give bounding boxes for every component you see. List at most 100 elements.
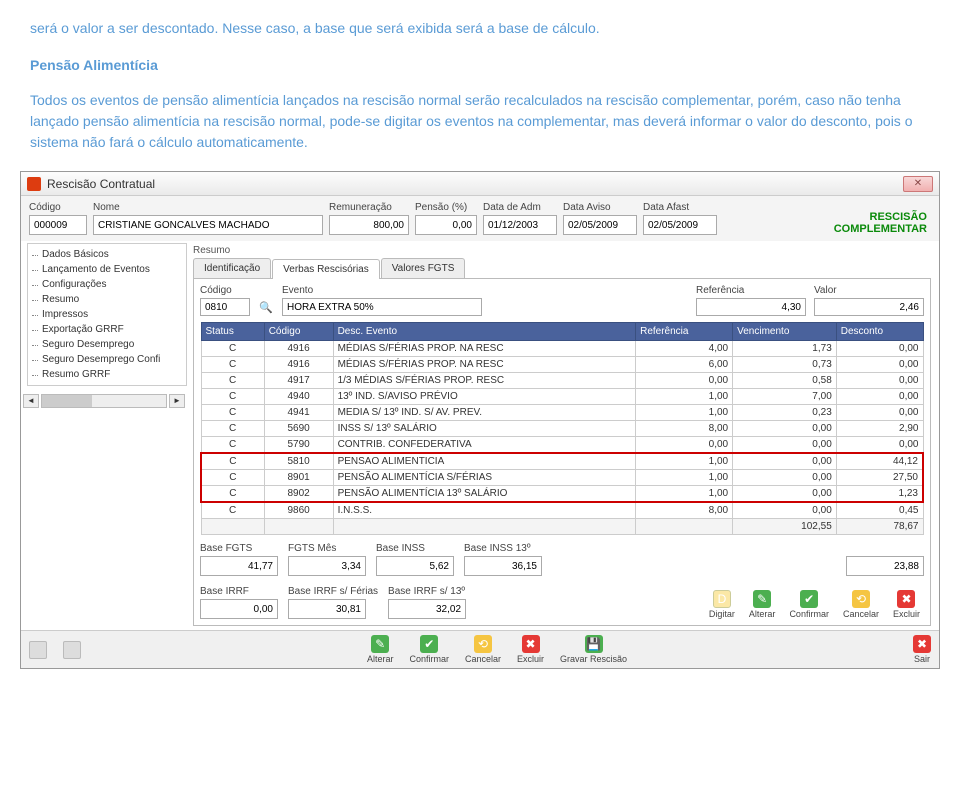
header-fields: Código Nome Remuneração Pensão (%) Data … (21, 196, 939, 241)
pensao-label: Pensão (%) (415, 202, 477, 213)
tab-verbas[interactable]: Verbas Rescisórias (272, 259, 380, 279)
toolbar-icon-2[interactable] (63, 641, 81, 659)
tree-item-0[interactable]: Dados Básicos (28, 247, 186, 262)
base-irrf[interactable] (200, 599, 278, 619)
bottom-alterar-button[interactable]: ✎Alterar (367, 635, 394, 664)
remun-label: Remuneração (329, 202, 409, 213)
tree-scrollbar[interactable]: ◄ ► (21, 392, 187, 410)
table-row[interactable]: C5790CONTRIB. CONFEDERATIVA0,000,000,00 (201, 437, 923, 454)
base-fgts[interactable] (200, 556, 278, 576)
document-text: será o valor a ser descontado. Nesse cas… (0, 0, 960, 163)
nome-label: Nome (93, 202, 323, 213)
fgts-mes[interactable] (288, 556, 366, 576)
aviso-input[interactable] (563, 215, 637, 235)
grid-header: Vencimento (733, 323, 837, 341)
cancel-icon: ⟲ (852, 590, 870, 608)
adm-label: Data de Adm (483, 202, 557, 213)
ev-evento-label: Evento (282, 285, 482, 296)
tree-item-5[interactable]: Exportação GRRF (28, 322, 186, 337)
delete-icon: ✖ (897, 590, 915, 608)
events-grid: StatusCódigoDesc. EventoReferênciaVencim… (200, 322, 924, 535)
save-icon: 💾 (585, 635, 603, 653)
rescisao-banner: RESCISÃO COMPLEMENTAR (834, 211, 931, 235)
bottom-confirmar-button[interactable]: ✔Confirmar (409, 635, 449, 664)
edit-icon: ✎ (753, 590, 771, 608)
table-row[interactable]: C4916MÉDIAS S/FÉRIAS PROP. NA RESC6,000,… (201, 357, 923, 373)
ev-valor-input[interactable] (814, 298, 924, 316)
base-inss[interactable] (376, 556, 454, 576)
base-irrf-ferias[interactable] (288, 599, 366, 619)
total-liquido[interactable] (846, 556, 924, 576)
delete-icon: ✖ (522, 635, 540, 653)
check-icon: ✔ (800, 590, 818, 608)
grid-header: Desc. Evento (333, 323, 636, 341)
check-icon: ✔ (420, 635, 438, 653)
app-icon (27, 177, 41, 191)
digitar-icon: D (713, 590, 731, 608)
toolbar-icon-1[interactable] (29, 641, 47, 659)
bottom-excluir-button[interactable]: ✖Excluir (517, 635, 544, 664)
adm-input[interactable] (483, 215, 557, 235)
table-row[interactable]: C4941MEDIA S/ 13º IND. S/ AV. PREV.1,000… (201, 405, 923, 421)
afast-label: Data Afast (643, 202, 717, 213)
sair-button[interactable]: ✖Sair (913, 635, 931, 664)
table-row[interactable]: C5690INSS S/ 13º SALÁRIO8,000,002,90 (201, 421, 923, 437)
ev-codigo-label: Código (200, 285, 250, 296)
digitar-button[interactable]: DDigitar (709, 590, 735, 619)
bottom-cancelar-button[interactable]: ⟲Cancelar (465, 635, 501, 664)
confirmar-button[interactable]: ✔Confirmar (789, 590, 829, 619)
afast-input[interactable] (643, 215, 717, 235)
grid-header: Desconto (836, 323, 923, 341)
tree-item-3[interactable]: Resumo (28, 292, 186, 307)
scroll-right-icon[interactable]: ► (169, 394, 185, 408)
table-row[interactable]: C5810PENSAO ALIMENTICIA1,000,0044,12 (201, 453, 923, 470)
doc-paragraph-1: será o valor a ser descontado. Nesse cas… (30, 18, 930, 39)
cancelar-button[interactable]: ⟲Cancelar (843, 590, 879, 619)
tab-identificacao[interactable]: Identificação (193, 258, 271, 278)
resumo-label: Resumo (193, 245, 931, 256)
table-row[interactable]: C49171/3 MÉDIAS S/FÉRIAS PROP. RESC0,000… (201, 373, 923, 389)
base-inss13[interactable] (464, 556, 542, 576)
grid-header: Status (201, 323, 264, 341)
app-window: Rescisão Contratual ✕ Código Nome Remune… (20, 171, 940, 669)
exit-icon: ✖ (913, 635, 931, 653)
nome-input[interactable] (93, 215, 323, 235)
codigo-label: Código (29, 202, 87, 213)
search-icon[interactable]: 🔍 (258, 298, 274, 316)
ev-ref-input[interactable] (696, 298, 806, 316)
table-row[interactable]: C8901PENSÃO ALIMENTÍCIA S/FÉRIAS1,000,00… (201, 470, 923, 486)
base-irrf-13[interactable] (388, 599, 466, 619)
doc-heading: Pensão Alimentícia (30, 55, 930, 76)
tab-fgts[interactable]: Valores FGTS (381, 258, 466, 278)
window-title: Rescisão Contratual (47, 177, 903, 191)
nav-tree: Dados BásicosLançamento de EventosConfig… (27, 243, 187, 386)
table-row[interactable]: C9860I.N.S.S.8,000,000,45 (201, 502, 923, 519)
aviso-label: Data Aviso (563, 202, 637, 213)
titlebar: Rescisão Contratual ✕ (21, 172, 939, 196)
excluir-button[interactable]: ✖Excluir (893, 590, 920, 619)
tabs: Identificação Verbas Rescisórias Valores… (193, 258, 931, 278)
close-icon[interactable]: ✕ (903, 176, 933, 192)
tree-item-8[interactable]: Resumo GRRF (28, 367, 186, 382)
grid-header: Referência (636, 323, 733, 341)
table-row[interactable]: C8902PENSÃO ALIMENTÍCIA 13º SALÁRIO1,000… (201, 486, 923, 503)
tree-item-2[interactable]: Configurações (28, 277, 186, 292)
table-row[interactable]: C494013º IND. S/AVISO PRÉVIO1,007,000,00 (201, 389, 923, 405)
tree-item-6[interactable]: Seguro Desemprego (28, 337, 186, 352)
pensao-input[interactable] (415, 215, 477, 235)
doc-paragraph-3: Todos os eventos de pensão alimentícia l… (30, 90, 930, 153)
tree-item-4[interactable]: Impressos (28, 307, 186, 322)
table-row[interactable]: C4916MÉDIAS S/FÉRIAS PROP. NA RESC4,001,… (201, 341, 923, 357)
ev-ref-label: Referência (696, 285, 806, 296)
tree-item-7[interactable]: Seguro Desemprego Confi (28, 352, 186, 367)
scroll-left-icon[interactable]: ◄ (23, 394, 39, 408)
ev-evento-input[interactable] (282, 298, 482, 316)
alterar-button[interactable]: ✎Alterar (749, 590, 776, 619)
gravar-button[interactable]: 💾Gravar Rescisão (560, 635, 627, 664)
ev-valor-label: Valor (814, 285, 924, 296)
ev-codigo-input[interactable] (200, 298, 250, 316)
tree-item-1[interactable]: Lançamento de Eventos (28, 262, 186, 277)
bottom-toolbar: ✎Alterar ✔Confirmar ⟲Cancelar ✖Excluir 💾… (21, 630, 939, 668)
codigo-input[interactable] (29, 215, 87, 235)
remun-input[interactable] (329, 215, 409, 235)
